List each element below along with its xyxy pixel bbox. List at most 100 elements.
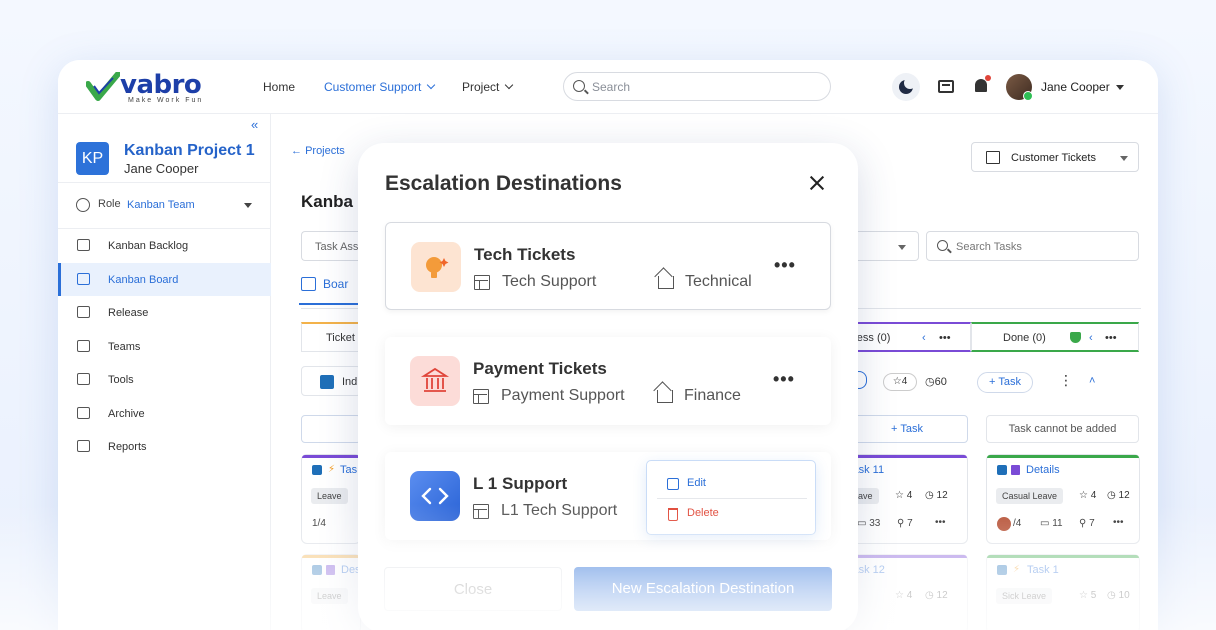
column-label: Ticket <box>326 332 355 344</box>
tab-board[interactable]: Boar <box>298 277 360 307</box>
project-avatar: KP <box>76 142 109 175</box>
close-icon[interactable] <box>808 174 826 192</box>
support-team-icon <box>473 389 489 404</box>
destination-card-payment-tickets[interactable]: Payment Tickets Payment Support Finance … <box>385 337 831 425</box>
task-card[interactable]: ⚡ Tas Leave 1/4 <box>301 454 361 544</box>
divider <box>58 182 271 183</box>
card-accent <box>987 555 1139 558</box>
sidebar-item-archive[interactable]: Archive <box>58 397 271 430</box>
more-options-icon[interactable]: ••• <box>774 255 796 276</box>
archive-icon <box>77 407 90 419</box>
chevron-up-icon[interactable]: ˄ <box>1089 375 1095 387</box>
task-card[interactable]: ⚡ Task 1 Sick Leave ☆ 5 ◷ 10 <box>986 554 1140 630</box>
destination-context-menu: Edit Delete <box>646 460 816 535</box>
collapse-sidebar-icon[interactable]: « <box>251 117 258 132</box>
user-avatar[interactable] <box>1006 74 1033 101</box>
caret-down-icon <box>1120 156 1128 161</box>
search-tasks-input[interactable]: Search Tasks <box>926 231 1139 261</box>
moon-icon <box>899 77 916 94</box>
user-name[interactable]: Jane Cooper <box>1041 80 1110 94</box>
collapse-left-icon[interactable]: ‹ <box>1089 332 1093 344</box>
destination-name: Payment Tickets <box>473 359 607 378</box>
teams-icon <box>77 340 90 352</box>
theme-toggle-button[interactable] <box>892 73 920 101</box>
more-options-icon[interactable]: ••• <box>773 369 795 390</box>
task-card-comments: ▭ 11 <box>1040 518 1063 529</box>
user-circle-icon <box>76 198 90 212</box>
support-team-icon <box>473 504 489 519</box>
row-time: ◷60 <box>925 376 947 388</box>
task-card-title: Task 1 <box>1027 564 1059 576</box>
category-home-icon <box>657 390 673 403</box>
more-vertical-icon[interactable]: ⋮ <box>1059 372 1073 389</box>
more-options-icon[interactable]: ••• <box>1113 517 1124 528</box>
escalation-destinations-modal: Escalation Destinations Tech Tickets Tec… <box>358 143 858 630</box>
sidebar-item-release[interactable]: Release <box>58 296 271 329</box>
more-options-icon[interactable]: ••• <box>935 517 946 528</box>
role-label: Role <box>98 198 121 210</box>
cannot-add-notice: Task cannot be added <box>986 415 1139 443</box>
task-card-attachments: ⚲ 7 <box>1079 518 1095 529</box>
project-title[interactable]: Kanban Project 1 <box>124 142 255 160</box>
close-button[interactable]: Close <box>384 567 562 611</box>
reports-icon <box>77 440 90 452</box>
sidebar-item-teams[interactable]: Teams <box>58 330 271 363</box>
delete-menu-item[interactable]: Delete <box>667 507 719 521</box>
collapse-left-icon[interactable]: ‹ <box>922 332 926 344</box>
task-card[interactable]: Task 11 eave ☆ 4 ◷ 12 ▭ 33 ⚲ 7 ••• <box>846 454 968 544</box>
modal-title: Escalation Destinations <box>385 172 622 195</box>
destination-card-tech-tickets[interactable]: Tech Tickets Tech Support Technical ••• <box>385 222 831 310</box>
row-add-task-button[interactable]: + Task <box>977 372 1033 393</box>
card-accent <box>302 455 360 458</box>
task-card[interactable]: Des Leave <box>301 554 361 630</box>
sidebar-item-reports[interactable]: Reports <box>58 430 271 463</box>
group-label: Ind <box>342 376 358 388</box>
time-value: 12 <box>1118 490 1130 501</box>
sidebar-item-tools[interactable]: Tools <box>58 363 271 396</box>
nav-home[interactable]: Home <box>263 80 295 94</box>
sidebar-item-label: Archive <box>108 408 145 420</box>
add-task-button[interactable]: + Task <box>846 415 968 443</box>
task-card-time: ◷ 10 <box>1107 590 1130 601</box>
stars-value: 4 <box>906 590 913 601</box>
group-row[interactable]: Ind <box>301 366 361 396</box>
new-escalation-destination-button[interactable]: New Escalation Destination <box>574 567 832 611</box>
task-card[interactable]: Details Casual Leave ☆ 4 ◷ 12 /4 ▭ 11 ⚲ … <box>986 454 1140 544</box>
notification-bell-icon[interactable] <box>975 75 991 92</box>
menu-divider <box>657 498 807 499</box>
view-select[interactable]: Customer Tickets <box>971 142 1139 172</box>
task-card-chip: Leave <box>311 588 348 604</box>
role-select[interactable]: Role Kanban Team <box>76 198 256 218</box>
top-bar: vabro Make Work Fun Home Customer Suppor… <box>58 60 1158 114</box>
task-card-meta: 1/4 <box>312 518 326 529</box>
attach-value: 7 <box>907 518 913 529</box>
vabro-logo[interactable]: vabro Make Work Fun <box>86 70 216 106</box>
more-options-icon[interactable]: ••• <box>939 332 951 344</box>
user-menu-caret-icon[interactable] <box>1116 85 1124 90</box>
edit-menu-item[interactable]: Edit <box>667 477 706 490</box>
global-search-input[interactable]: Search <box>563 72 831 101</box>
sidebar-item-kanban-backlog[interactable]: Kanban Backlog <box>58 229 271 262</box>
back-to-projects-link[interactable]: ← Projects <box>291 145 345 157</box>
search-placeholder: Search <box>592 80 631 94</box>
support-team-icon <box>474 275 490 290</box>
task-card[interactable]: Task 12 ☆ 4 ◷ 12 <box>846 554 968 630</box>
sidebar-item-kanban-board[interactable]: Kanban Board <box>58 263 271 296</box>
column-header-done[interactable]: Done (0) ‹ ••• <box>971 322 1139 352</box>
story-icon <box>1011 465 1020 475</box>
time-value: 12 <box>936 590 948 601</box>
column-header-in-progress[interactable]: gress (0) ‹ ••• <box>846 322 971 352</box>
sidebar-item-label: Kanban Backlog <box>108 240 189 252</box>
more-options-icon[interactable]: ••• <box>1105 332 1117 344</box>
destination-category: Technical <box>685 273 752 290</box>
nav-customer-support[interactable]: Customer Support <box>324 80 436 94</box>
inbox-icon[interactable] <box>938 80 954 93</box>
nav-project[interactable]: Project <box>462 80 514 94</box>
sidebar-item-label: Tools <box>108 374 134 386</box>
filter-dropdown[interactable] <box>856 231 919 261</box>
stars-value: 5 <box>1090 590 1097 601</box>
role-value: Kanban Team <box>127 199 195 211</box>
add-task-slot[interactable] <box>301 415 361 443</box>
destination-team: Tech Support <box>502 273 597 290</box>
task-card-stars: ☆ 4 <box>1079 490 1097 501</box>
